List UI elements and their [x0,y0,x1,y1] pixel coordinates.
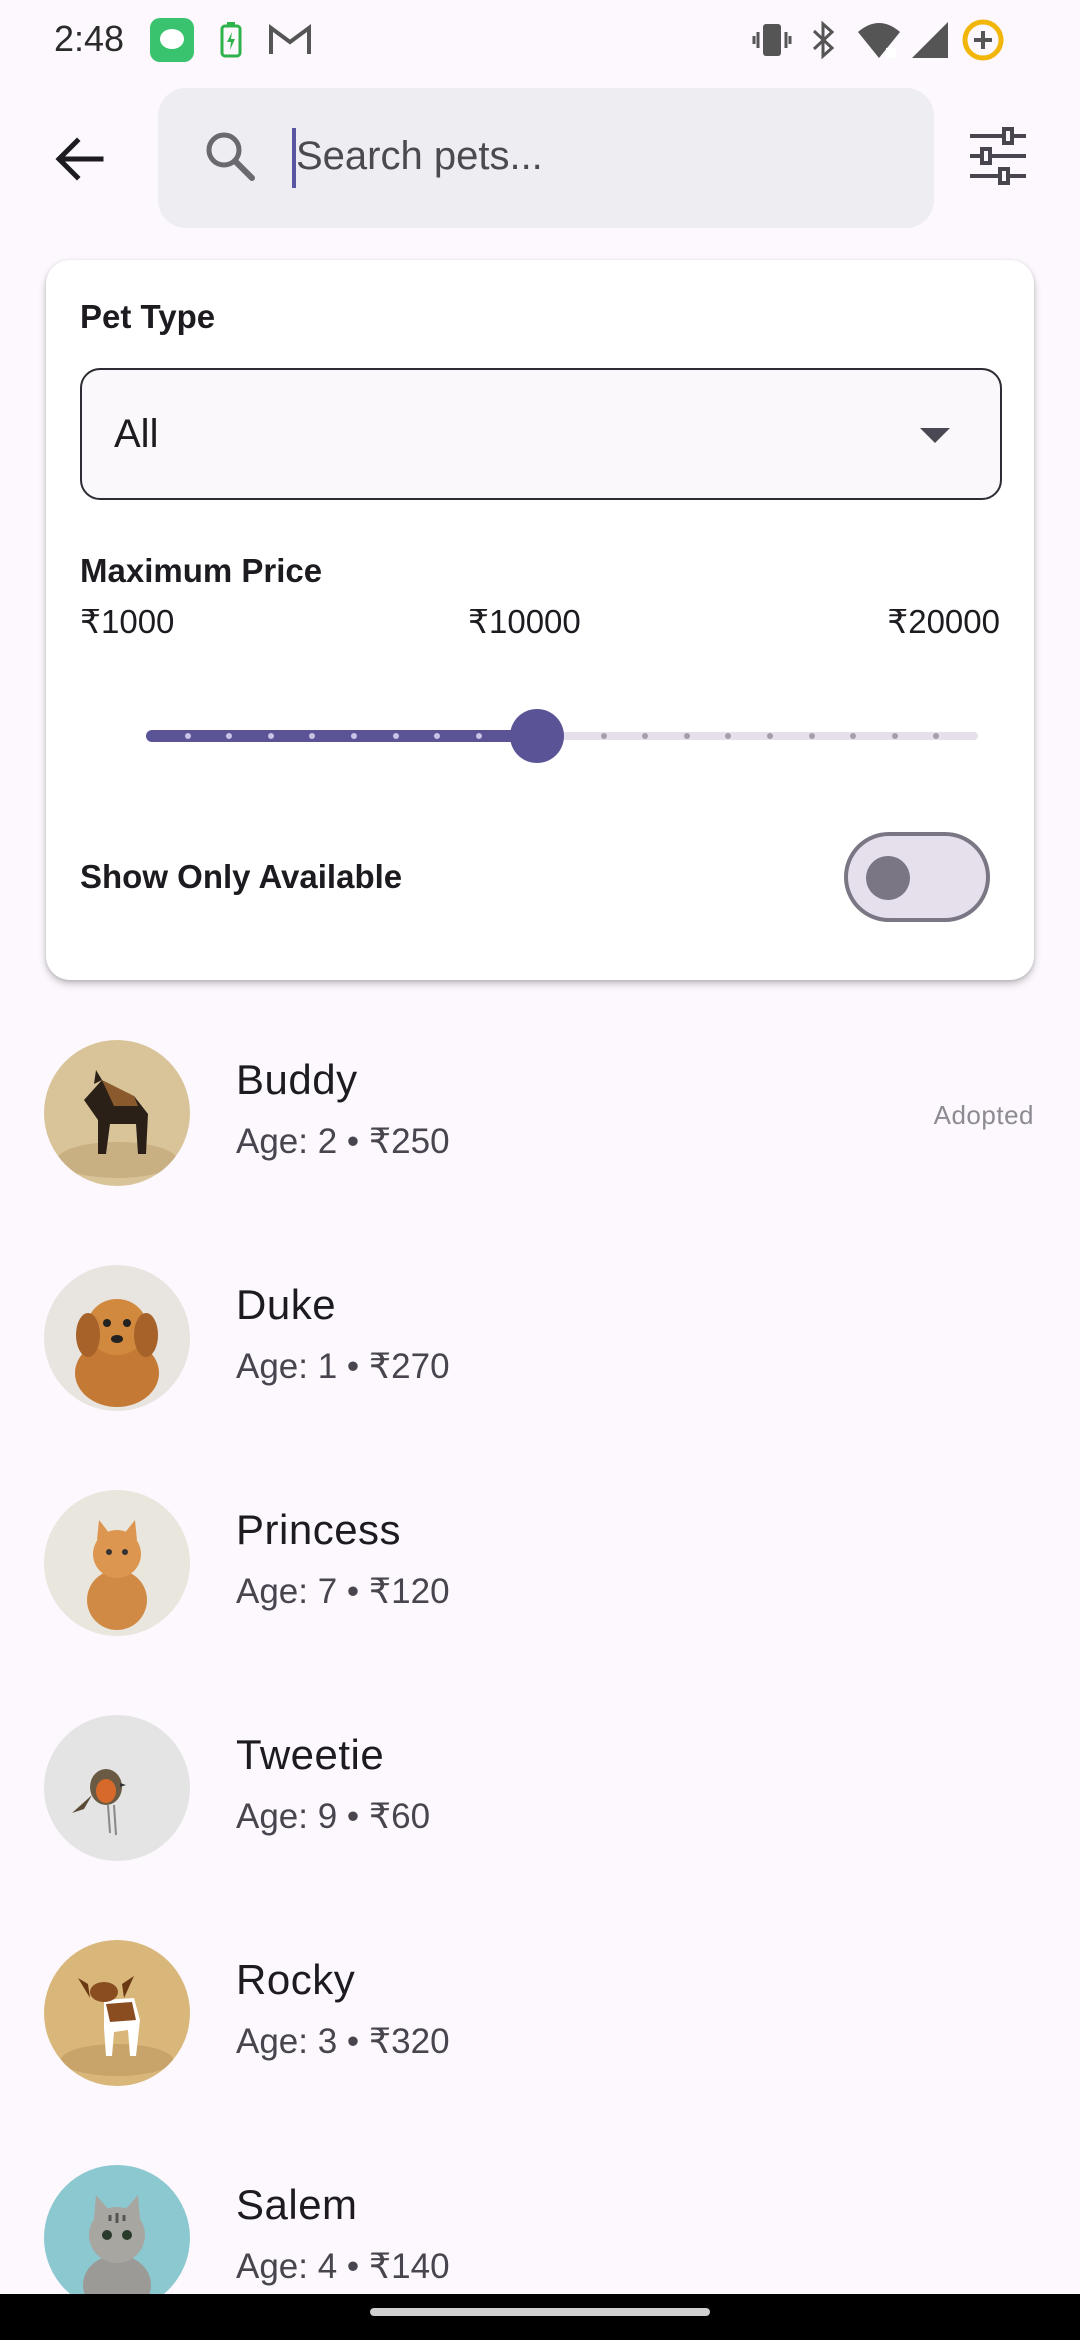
status-time: 2:48 [54,18,125,59]
pet-age-price: Age: 1 • ₹270 [236,1347,450,1386]
tune-icon [970,127,1026,185]
pet-age-price: Age: 2 • ₹250 [236,1122,450,1161]
slider-tick-mark [808,733,815,739]
pet-list-item[interactable]: Buddy Age: 2 • ₹250 Adopted [0,1040,1080,1240]
cellular-signal-icon [910,18,950,62]
slider-tick-mark [600,733,607,739]
slider-tick-mark [267,733,274,739]
pet-name: Duke [236,1281,337,1328]
status-bar: 2:48 [0,0,1080,80]
pet-list-item[interactable]: Princess Age: 7 • ₹120 [0,1490,1080,1690]
pet-name: Rocky [236,1956,356,2003]
pet-age-price: Age: 7 • ₹120 [236,1572,450,1611]
price-mid-label: ₹10000 [468,603,581,640]
dropdown-arrow-icon [920,428,950,443]
battery-saver-notification-icon [218,18,244,62]
pet-name: Tweetie [236,1731,385,1778]
pet-photo-golden-puppy [44,1265,190,1411]
pet-list-item[interactable]: Rocky Age: 3 • ₹320 [0,1940,1080,2140]
pet-photo-robin-bird [44,1715,190,1861]
gmail-notification-icon [268,18,312,62]
pet-photo-german-shepherd [44,1040,190,1186]
filter-toggle-button[interactable] [968,126,1034,192]
switch-knob [866,856,910,900]
pet-photo-tabby-kitten [44,2165,190,2311]
price-max-label: ₹20000 [887,603,1000,640]
back-button[interactable] [44,124,114,194]
max-price-label: Maximum Price [80,552,323,589]
pet-type-dropdown[interactable]: All [80,368,1002,500]
home-gesture-handle[interactable] [370,2308,710,2316]
show-available-switch[interactable] [844,832,990,922]
filter-panel: Pet Type All Maximum Price ₹1000 ₹10000 … [46,260,1034,980]
pet-name: Princess [236,1506,402,1553]
pet-type-selected-value: All [114,412,159,456]
battery-saver-icon [962,18,1004,62]
messages-notification-icon [150,18,194,62]
search-bar[interactable]: Search pets... [158,88,934,228]
price-min-label: ₹1000 [80,603,175,640]
adoption-status-label: Adopted [933,1100,1034,1130]
search-input[interactable]: Search pets... [296,134,543,179]
slider-tick-mark [392,733,399,739]
pet-age-price: Age: 3 • ₹320 [236,2022,450,2061]
pet-name: Salem [236,2181,358,2228]
pet-photo-beagle [44,1940,190,2086]
pet-list-item[interactable]: Tweetie Age: 9 • ₹60 [0,1715,1080,1915]
pet-type-label: Pet Type [80,298,216,335]
search-icon [202,128,258,189]
slider-tick-mark [891,733,898,739]
system-navigation-bar [0,2294,1080,2340]
show-available-label: Show Only Available [80,858,403,895]
pet-name: Buddy [236,1056,358,1103]
slider-tick-mark [351,733,357,739]
bluetooth-icon [808,18,838,62]
slider-thumb[interactable] [510,709,565,763]
pet-photo-orange-kitten [44,1490,190,1636]
max-price-slider[interactable] [146,706,978,766]
pet-age-price: Age: 9 • ₹60 [236,1797,431,1836]
pet-age-price: Age: 4 • ₹140 [236,2247,450,2286]
wifi-icon [856,18,902,62]
slider-tick-mark [683,733,690,739]
slider-tick-mark [184,733,191,739]
vibrate-icon [752,18,792,62]
pet-list-item[interactable]: Duke Age: 1 • ₹270 [0,1265,1080,1465]
arrow-back-icon [55,137,104,181]
slider-tick-mark [475,733,482,739]
slider-tick-mark [767,733,773,739]
